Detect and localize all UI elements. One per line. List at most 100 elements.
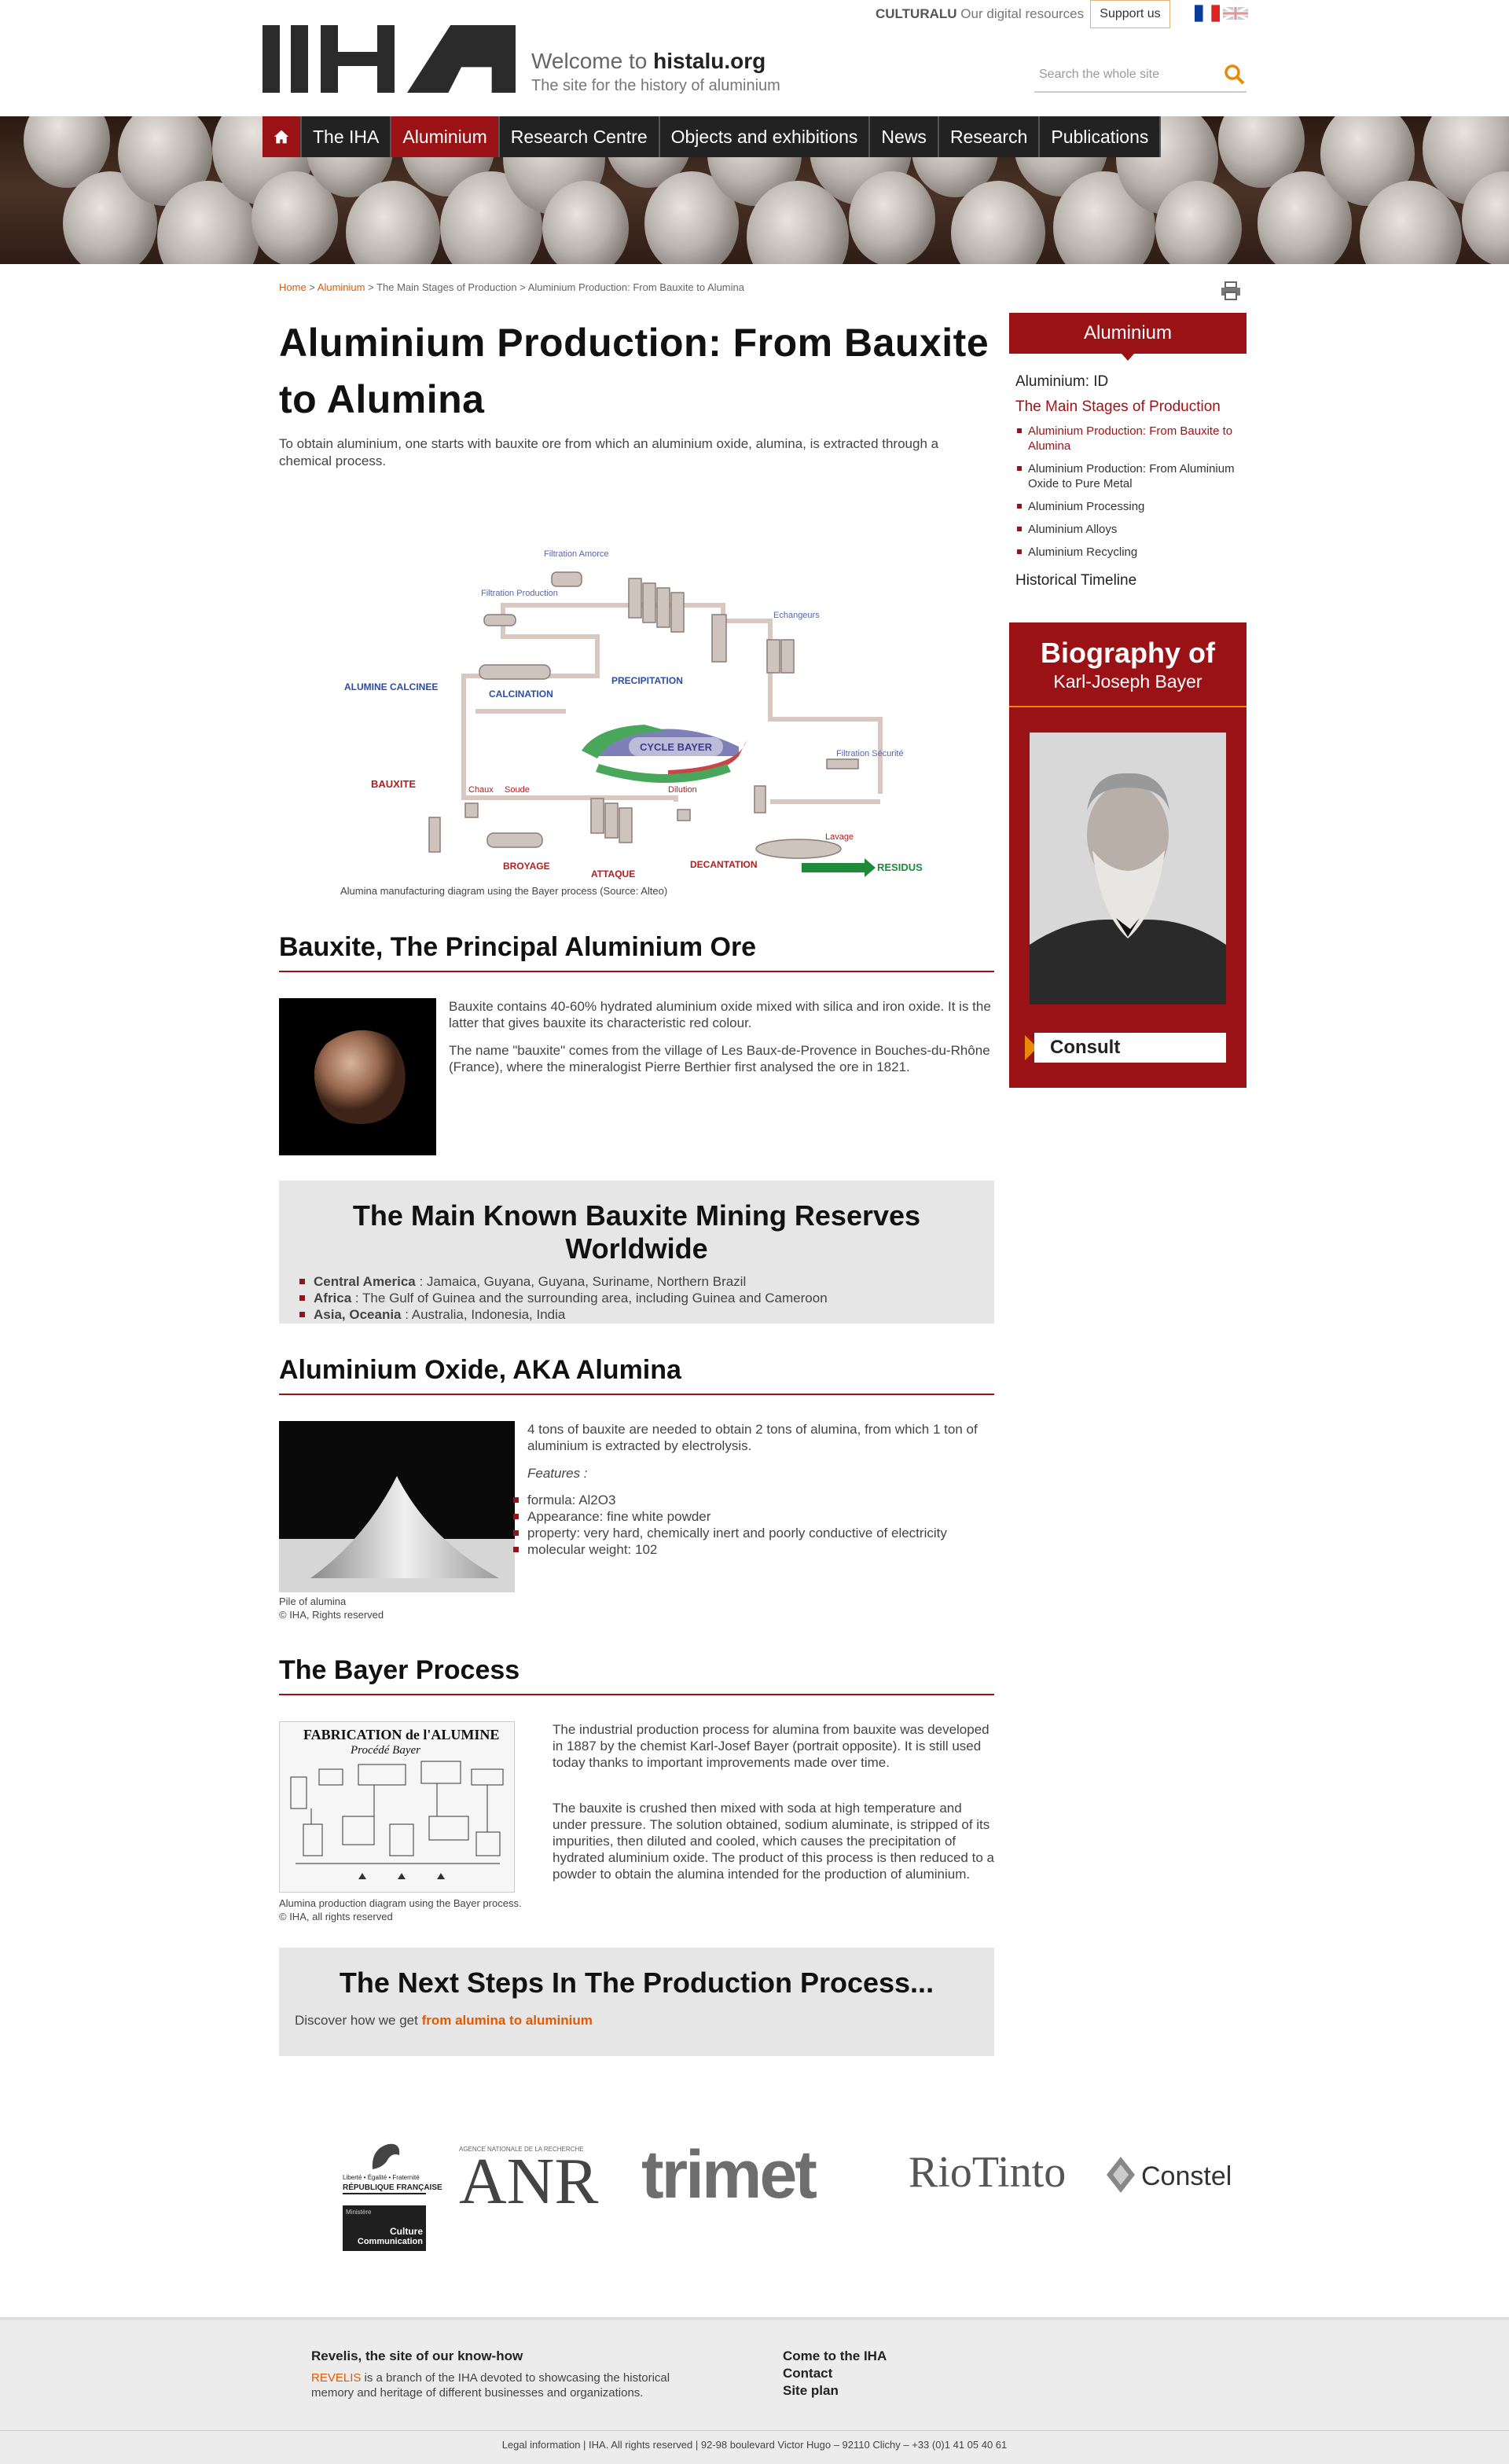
footer-legal[interactable]: Legal information | IHA. All rights rese… bbox=[0, 2430, 1509, 2451]
revelis-link[interactable]: REVELIS bbox=[311, 2371, 361, 2385]
bauxite-p2: The name "bauxite" comes from the villag… bbox=[449, 1043, 990, 1074]
nav-publications[interactable]: Publications bbox=[1040, 116, 1162, 157]
nav-the-iha[interactable]: The IHA bbox=[302, 116, 392, 157]
bio-name: Karl-Joseph Bayer bbox=[1053, 671, 1202, 692]
breadcrumb-current: Aluminium Production: From Bauxite to Al… bbox=[527, 281, 744, 293]
banner-ingot bbox=[1155, 181, 1242, 264]
list-item: Appearance: fine white powder bbox=[512, 1508, 994, 1525]
label-decantation: DECANTATION bbox=[690, 859, 758, 870]
banner-ingot bbox=[849, 171, 935, 264]
page-title: Aluminium Production: From Bauxite to Al… bbox=[279, 321, 989, 421]
constel-logo[interactable]: Constel bbox=[1105, 2155, 1232, 2194]
bayer-diagram-svg: CYCLE BAYER Filtration Amorce Filtration… bbox=[344, 549, 923, 879]
reserves-box: The Main Known Bauxite Mining Reserves W… bbox=[279, 1181, 994, 1324]
label-filtration-production: Filtration Production bbox=[481, 589, 558, 598]
label-cycle-bayer: CYCLE BAYER bbox=[640, 741, 713, 753]
list-item: property: very hard, chemically inert an… bbox=[512, 1525, 994, 1541]
biography-box: Biography of Karl-Joseph Bayer Consult bbox=[1009, 622, 1246, 1088]
bayer-portrait[interactable] bbox=[1030, 733, 1226, 1004]
footer-revelis-text: REVELIS is a branch of the IHA devoted t… bbox=[311, 2371, 670, 2400]
culturalu-menu[interactable]: CULTURALU Our digital resources bbox=[876, 6, 1102, 22]
list-item: molecular weight: 102 bbox=[512, 1541, 994, 1558]
next-steps-box: The Next Steps In The Production Process… bbox=[279, 1948, 994, 2056]
bayer-p1: The industrial production process for al… bbox=[553, 1722, 989, 1770]
breadcrumb-home[interactable]: Home bbox=[279, 281, 307, 293]
bio-title: Biography of bbox=[1041, 637, 1215, 669]
nav-news[interactable]: News bbox=[870, 116, 939, 157]
fr-flag-icon[interactable] bbox=[1195, 5, 1220, 22]
nav-aluminium[interactable]: Aluminium bbox=[391, 116, 500, 157]
label-bauxite: BAUXITE bbox=[371, 778, 416, 790]
ministere-culture-logo[interactable]: Ministère Culture Communication bbox=[343, 2205, 426, 2251]
main-nav: The IHA Aluminium Research Centre Object… bbox=[263, 116, 1162, 157]
alumina-caption-2: © IHA, Rights reserved bbox=[279, 1609, 384, 1621]
page: Welcome to histalu.org The site for the … bbox=[0, 0, 1509, 2464]
diagram-caption: Alumina manufacturing diagram using the … bbox=[340, 885, 668, 897]
footer-link-contact[interactable]: Contact bbox=[783, 2366, 832, 2381]
nav-home[interactable] bbox=[263, 116, 302, 157]
sidebar-sub-processing[interactable]: Aluminium Processing bbox=[1015, 499, 1243, 514]
label-filtration-amorce: Filtration Amorce bbox=[544, 549, 609, 559]
bayer-cycle-diagram[interactable]: CYCLE BAYER Filtration Amorce Filtration… bbox=[330, 534, 943, 880]
label-dilution: Dilution bbox=[668, 785, 697, 795]
list-item: Asia, Oceania : Australia, Indonesia, In… bbox=[298, 1306, 994, 1323]
bauxite-p1: Bauxite contains 40-60% hydrated alumini… bbox=[449, 999, 991, 1030]
sidebar-item-stages[interactable]: The Main Stages of Production bbox=[1015, 398, 1243, 416]
welcome-text: Welcome to histalu.org bbox=[531, 49, 766, 73]
alumina-heading: Aluminium Oxide, AKA Alumina bbox=[279, 1355, 994, 1395]
bauxite-image[interactable] bbox=[279, 998, 436, 1155]
next-steps-link[interactable]: from alumina to aluminium bbox=[422, 2013, 593, 2028]
next-steps-text: Discover how we get from alumina to alum… bbox=[295, 2013, 593, 2028]
sidebar-sub-oxide-metal[interactable]: Aluminium Production: From Aluminium Oxi… bbox=[1015, 461, 1243, 491]
riotinto-logo[interactable]: RioTinto bbox=[909, 2147, 1066, 2198]
trimet-logo[interactable]: trimet bbox=[641, 2136, 817, 2214]
label-precipitation: PRECIPITATION bbox=[611, 675, 683, 686]
features-label: Features : bbox=[527, 1466, 588, 1481]
footer-link-siteplan[interactable]: Site plan bbox=[783, 2383, 839, 2399]
next-steps-heading: The Next Steps In The Production Process… bbox=[339, 1966, 934, 1999]
alumina-caption-1: Pile of alumina bbox=[279, 1596, 347, 1607]
nav-research-centre[interactable]: Research Centre bbox=[499, 116, 660, 157]
breadcrumb-aluminium[interactable]: Aluminium bbox=[318, 281, 365, 293]
uk-flag-icon[interactable] bbox=[1223, 5, 1248, 22]
list-item: Central America : Jamaica, Guyana, Guyan… bbox=[298, 1273, 994, 1290]
label-attaque: ATTAQUE bbox=[591, 868, 635, 879]
support-us-button[interactable]: Support us bbox=[1090, 0, 1170, 28]
alumina-p1: 4 tons of bauxite are needed to obtain 2… bbox=[527, 1422, 978, 1453]
sidebar-sub-alloys[interactable]: Aluminium Alloys bbox=[1015, 522, 1243, 537]
sidebar-item-timeline[interactable]: Historical Timeline bbox=[1015, 572, 1243, 589]
nav-objects-exhibitions[interactable]: Objects and exhibitions bbox=[659, 116, 871, 157]
intro-text: To obtain aluminium, one starts with bau… bbox=[279, 436, 939, 468]
label-filtration-securite: Filtration Sécurité bbox=[836, 749, 904, 758]
label-calcination: CALCINATION bbox=[489, 689, 553, 700]
republique-francaise-logo[interactable]: Liberté • Égalité • Fraternité RÉPUBLIQU… bbox=[343, 2141, 442, 2194]
consult-button[interactable]: Consult bbox=[1034, 1033, 1226, 1063]
sponsors-row: Liberté • Égalité • Fraternité RÉPUBLIQU… bbox=[0, 2122, 1509, 2264]
sidebar-sub-bauxite-alumina[interactable]: Aluminium Production: From Bauxite to Al… bbox=[1015, 424, 1243, 454]
search-box[interactable]: Search the whole site bbox=[1034, 60, 1246, 93]
sidebar-heading[interactable]: Aluminium bbox=[1009, 313, 1246, 361]
alumina-pile-image[interactable] bbox=[279, 1421, 515, 1592]
anr-logo[interactable]: AGENCE NATIONALE DE LA RECHERCHE ANR bbox=[459, 2146, 616, 2215]
print-icon[interactable] bbox=[1220, 281, 1242, 300]
bayer-caption-2: © IHA, all rights reserved bbox=[279, 1911, 393, 1922]
nav-research[interactable]: Research bbox=[938, 116, 1041, 157]
breadcrumb-stage: The Main Stages of Production bbox=[376, 281, 517, 293]
tagline: The site for the history of aluminium bbox=[531, 77, 780, 94]
search-icon[interactable] bbox=[1223, 63, 1246, 86]
sidebar-sub-recycling[interactable]: Aluminium Recycling bbox=[1015, 545, 1243, 560]
search-input[interactable]: Search the whole site bbox=[1039, 68, 1159, 82]
iha-logo[interactable] bbox=[263, 25, 516, 93]
footer-link-come[interactable]: Come to the IHA bbox=[783, 2348, 887, 2364]
label-chaux: Chaux bbox=[468, 785, 494, 795]
label-soude: Soude bbox=[505, 785, 530, 795]
home-icon bbox=[274, 130, 289, 144]
label-residus: RESIDUS bbox=[877, 861, 923, 873]
list-item: formula: Al2O3 bbox=[512, 1492, 994, 1508]
label-echangeurs: Echangeurs bbox=[773, 611, 820, 620]
sidebar-item-id[interactable]: Aluminium: ID bbox=[1015, 373, 1243, 391]
reserves-list: Central America : Jamaica, Guyana, Guyan… bbox=[298, 1273, 994, 1323]
breadcrumb: Home > Aluminium > The Main Stages of Pr… bbox=[279, 281, 744, 293]
site-name: histalu.org bbox=[653, 49, 766, 73]
bayer-process-image[interactable]: FABRICATION de l'ALUMINE Procédé Bayer bbox=[279, 1721, 515, 1893]
